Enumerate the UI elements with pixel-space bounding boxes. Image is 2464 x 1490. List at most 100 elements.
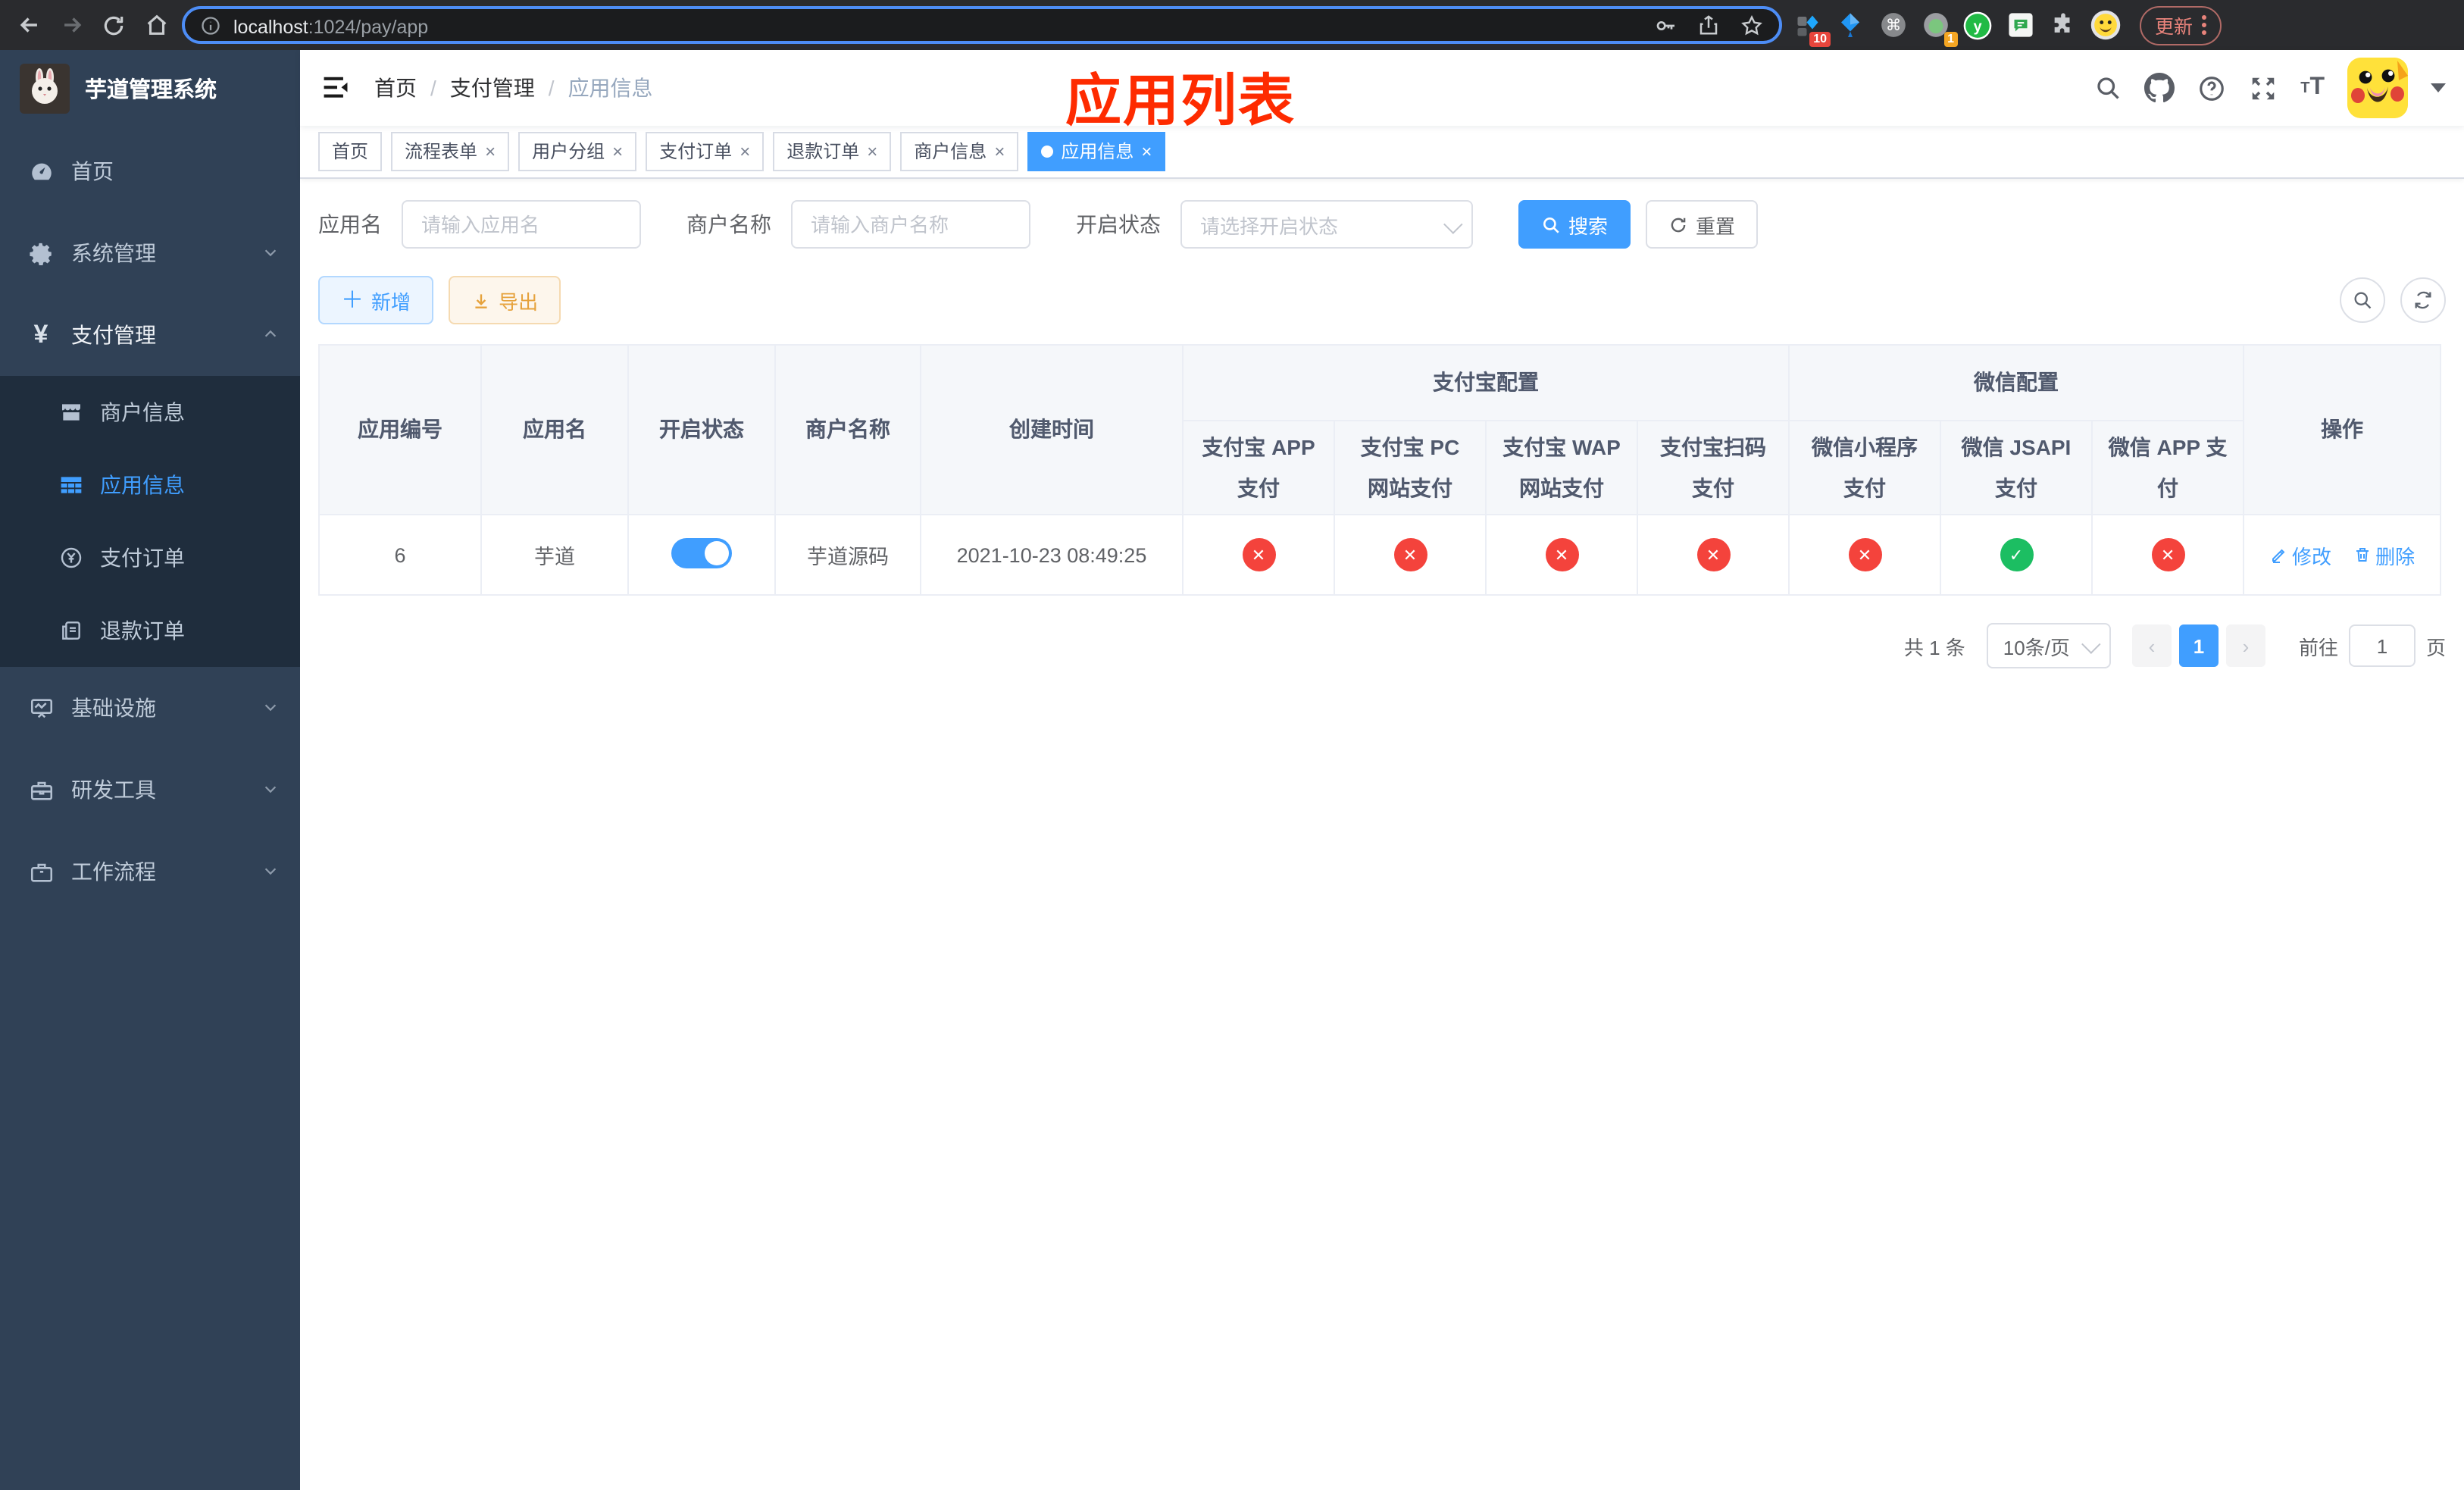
back-icon[interactable] bbox=[12, 8, 45, 42]
next-page-button[interactable]: › bbox=[2225, 624, 2265, 668]
column-header: 微信 APP 支付 bbox=[2090, 419, 2245, 516]
tab-pay-orders[interactable]: 支付订单 × bbox=[646, 132, 765, 171]
sidebar-collapse-icon[interactable] bbox=[300, 76, 374, 100]
extension-kite-icon[interactable] bbox=[1834, 8, 1867, 42]
merchant-name-label: 商户名称 bbox=[686, 212, 771, 236]
column-header: 开启状态 bbox=[627, 343, 776, 516]
close-icon[interactable]: × bbox=[1141, 133, 1152, 171]
extensions-puzzle-icon[interactable] bbox=[2046, 8, 2079, 42]
add-button[interactable]: ＋ 新增 bbox=[318, 276, 434, 324]
browser-menu-icon[interactable] bbox=[2202, 15, 2207, 35]
sidebar-item-label: 支付订单 bbox=[100, 546, 185, 570]
merchant-name-input[interactable] bbox=[791, 200, 1030, 249]
breadcrumb-payment[interactable]: 支付管理 bbox=[450, 73, 535, 103]
sidebar-item-pay-orders[interactable]: 支付订单 bbox=[0, 521, 300, 594]
sidebar-item-merchant-info[interactable]: 商户信息 bbox=[0, 376, 300, 449]
close-icon[interactable]: × bbox=[867, 133, 877, 171]
address-bar[interactable]: localhost:1024/pay/app bbox=[182, 6, 1782, 44]
font-size-icon[interactable]: TT bbox=[2300, 74, 2325, 102]
tab-merchant-info[interactable]: 商户信息 × bbox=[900, 132, 1019, 171]
reload-icon[interactable] bbox=[97, 8, 130, 42]
avatar-dropdown-caret-icon[interactable] bbox=[2431, 83, 2446, 92]
plus-icon: ＋ bbox=[341, 287, 364, 313]
status-toggle[interactable] bbox=[671, 537, 732, 568]
search-icon bbox=[2354, 292, 2372, 309]
extension-chat-icon[interactable] bbox=[2003, 8, 2037, 42]
sidebar-item-infrastructure[interactable]: 基础设施 bbox=[0, 667, 300, 749]
sidebar-item-label: 工作流程 bbox=[71, 859, 156, 884]
app-title: 芋道管理系统 bbox=[85, 78, 217, 102]
table-toolbar: ＋ 新增 导出 bbox=[318, 276, 2446, 324]
edit-pencil-icon bbox=[2272, 549, 2284, 564]
monitor-icon bbox=[27, 694, 55, 722]
sidebar-menu: 首页 系统管理 ¥ 支付管理 商户信息 应用信息 支付订单 退款订单 基础设施 … bbox=[0, 126, 300, 912]
sidebar-item-system[interactable]: 系统管理 bbox=[0, 212, 300, 294]
close-icon[interactable]: × bbox=[740, 133, 750, 171]
delete-button[interactable]: 删除 bbox=[2353, 540, 2415, 569]
tab-process-form[interactable]: 流程表单 × bbox=[391, 132, 510, 171]
breadcrumb-current: 应用信息 bbox=[568, 76, 653, 100]
refresh-table-button[interactable] bbox=[2400, 277, 2446, 323]
profile-emoji-icon[interactable] bbox=[2088, 8, 2122, 42]
coin-icon bbox=[58, 545, 83, 571]
extension-y-icon[interactable]: y bbox=[1961, 8, 1994, 42]
channel-status-badge: ✕ bbox=[1242, 538, 1275, 572]
home-icon[interactable] bbox=[139, 8, 173, 42]
fullscreen-icon[interactable] bbox=[2249, 74, 2278, 102]
refresh-icon bbox=[1671, 217, 1686, 232]
close-icon[interactable]: × bbox=[994, 133, 1005, 171]
sidebar-item-workflow[interactable]: 工作流程 bbox=[0, 831, 300, 912]
sidebar-item-payment[interactable]: ¥ 支付管理 bbox=[0, 294, 300, 376]
download-icon bbox=[475, 293, 487, 308]
site-info-icon[interactable] bbox=[200, 14, 221, 36]
tab-home[interactable]: 首页 bbox=[318, 132, 383, 171]
extension-command-icon[interactable]: ⌘ bbox=[1876, 8, 1909, 42]
goto-page-input[interactable] bbox=[2348, 624, 2416, 668]
document-icon bbox=[58, 618, 83, 643]
column-header: 创建时间 bbox=[920, 343, 1184, 516]
column-header-actions: 操作 bbox=[2243, 343, 2442, 516]
column-header: 支付宝 PC 网站支付 bbox=[1334, 419, 1487, 516]
forward-icon[interactable] bbox=[55, 8, 88, 42]
sidebar-item-dev-tools[interactable]: 研发工具 bbox=[0, 749, 300, 831]
column-header: 应用编号 bbox=[318, 343, 482, 516]
app-name-input[interactable] bbox=[402, 200, 641, 249]
cell-status bbox=[627, 514, 776, 596]
browser-update-button[interactable]: 更新 bbox=[2140, 5, 2222, 45]
sidebar-item-app-info[interactable]: 应用信息 bbox=[0, 449, 300, 521]
close-icon[interactable]: × bbox=[612, 133, 623, 171]
page-size-select[interactable]: 10条/页 bbox=[1986, 623, 2111, 669]
channel-status-badge: ✕ bbox=[1393, 538, 1427, 572]
toggle-search-button[interactable] bbox=[2340, 277, 2385, 323]
sidebar-item-refund-orders[interactable]: 退款订单 bbox=[0, 594, 300, 667]
help-icon[interactable] bbox=[2197, 74, 2226, 102]
sidebar-item-label: 首页 bbox=[71, 159, 114, 183]
app-logo: 芋道管理系统 bbox=[0, 50, 300, 126]
github-icon[interactable] bbox=[2144, 73, 2175, 103]
password-key-icon[interactable] bbox=[1653, 13, 1678, 37]
tab-user-group[interactable]: 用户分组 × bbox=[518, 132, 637, 171]
close-icon[interactable]: × bbox=[485, 133, 496, 171]
export-button[interactable]: 导出 bbox=[449, 276, 561, 324]
group-header-alipay: 支付宝配置 bbox=[1182, 344, 1790, 421]
svg-text:y: y bbox=[1973, 18, 1982, 35]
sidebar-item-home[interactable]: 首页 bbox=[0, 130, 300, 212]
prev-page-button[interactable]: ‹ bbox=[2131, 624, 2172, 668]
share-icon[interactable] bbox=[1697, 14, 1720, 36]
apps-table: 应用编号 应用名 开启状态 商户名称 创建时间 支付宝配置 微信配置 操作 支付… bbox=[318, 343, 2442, 596]
breadcrumb-home[interactable]: 首页 bbox=[374, 73, 417, 103]
search-icon[interactable] bbox=[2094, 74, 2122, 102]
user-avatar[interactable] bbox=[2347, 58, 2408, 118]
bookmark-star-icon[interactable] bbox=[1740, 13, 1764, 37]
tab-app-info[interactable]: 应用信息 × bbox=[1027, 132, 1166, 171]
chevron-down-icon bbox=[262, 859, 279, 884]
tab-refund-orders[interactable]: 退款订单 × bbox=[773, 132, 892, 171]
search-button[interactable]: 搜索 bbox=[1518, 200, 1631, 249]
extension-tampermonkey-icon[interactable]: 10 bbox=[1791, 8, 1831, 46]
extension-avatar-icon[interactable]: 1 bbox=[1918, 8, 1958, 46]
edit-button[interactable]: 修改 bbox=[2269, 540, 2331, 569]
reset-button[interactable]: 重置 bbox=[1646, 200, 1759, 249]
status-select[interactable]: 请选择开启状态 bbox=[1180, 200, 1473, 249]
page-annotation-title: 应用列表 bbox=[1065, 70, 1296, 132]
page-number-1[interactable]: 1 bbox=[2178, 624, 2219, 668]
